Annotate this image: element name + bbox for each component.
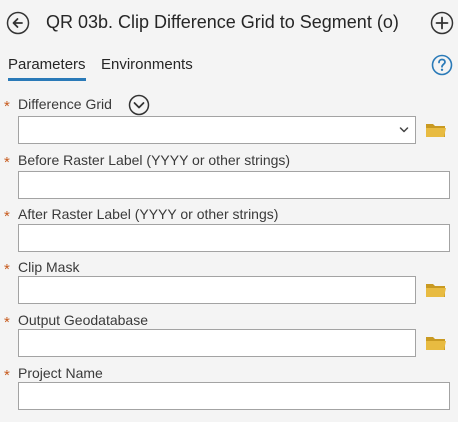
active-tab-underline [8,78,86,81]
tab-parameters-label: Parameters [8,56,86,73]
after-raster-label-input[interactable] [19,225,449,251]
chevron-down-icon[interactable] [399,125,409,135]
before-raster-label-field[interactable] [18,171,450,199]
folder-icon[interactable] [425,334,447,352]
required-marker: * [4,98,10,115]
pane-header: QR 03b. Clip Difference Grid to Segment … [0,0,458,46]
required-marker: * [4,208,10,225]
tab-environments-label: Environments [101,56,193,73]
help-icon[interactable] [431,54,453,76]
tab-environments[interactable]: Environments [101,56,193,73]
output-geodatabase-label: Output Geodatabase [18,312,148,328]
tool-title: QR 03b. Clip Difference Grid to Segment … [46,12,399,32]
folder-icon[interactable] [425,281,447,299]
project-name-input[interactable] [19,383,449,409]
difference-grid-input[interactable] [19,117,415,143]
back-arrow-icon[interactable] [6,11,30,35]
difference-grid-label: Difference Grid [18,96,112,112]
project-name-field[interactable] [18,382,450,410]
required-marker: * [4,154,10,171]
clip-mask-label: Clip Mask [18,259,80,275]
chevron-down-circle-icon[interactable] [128,94,150,116]
required-marker: * [4,367,10,384]
difference-grid-select[interactable] [18,116,416,144]
after-raster-label-label: After Raster Label (YYYY or other string… [18,206,279,222]
tab-bar: Parameters Environments [0,52,458,81]
output-geodatabase-input[interactable] [19,330,415,356]
before-raster-label-label: Before Raster Label (YYYY or other strin… [18,152,291,168]
clip-mask-input[interactable] [19,277,415,303]
after-raster-label-field[interactable] [18,224,450,252]
output-geodatabase-field[interactable] [18,329,416,357]
before-raster-label-input[interactable] [19,172,449,198]
add-icon[interactable] [430,11,454,35]
tab-parameters[interactable]: Parameters [8,56,86,81]
required-marker: * [4,261,10,278]
required-marker: * [4,314,10,331]
folder-icon[interactable] [425,121,447,139]
clip-mask-field[interactable] [18,276,416,304]
project-name-label: Project Name [18,365,103,381]
